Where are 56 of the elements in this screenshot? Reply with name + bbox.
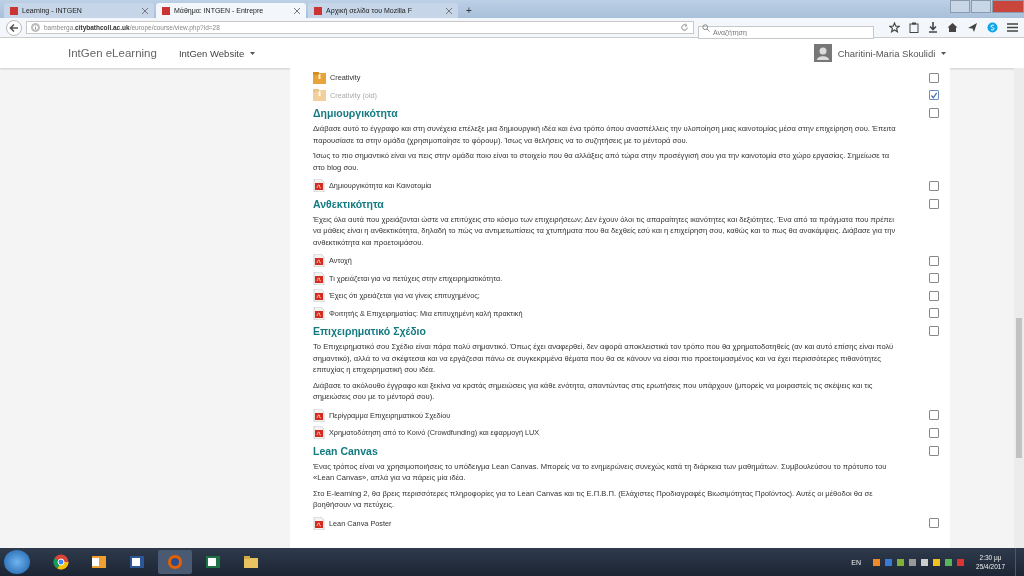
section-heading: Δημιουργικότητα: [313, 106, 398, 120]
menu-icon[interactable]: [1007, 23, 1018, 32]
completion-checkbox[interactable]: [929, 90, 939, 101]
section-heading: Ανθεκτικότητα: [313, 196, 384, 211]
completion-checkbox[interactable]: [929, 72, 939, 83]
pdf-icon: [313, 516, 325, 530]
completion-checkbox[interactable]: [929, 518, 939, 529]
pdf-icon: [313, 426, 325, 440]
completion-checkbox[interactable]: [929, 427, 939, 438]
info-icon: [31, 23, 40, 32]
folder-icon: [313, 71, 326, 84]
window-controls[interactable]: [950, 0, 1024, 13]
pdf-icon: [313, 254, 325, 268]
site-menu-link[interactable]: IntGen Website: [178, 47, 255, 59]
completion-checkbox[interactable]: [929, 273, 939, 284]
user-menu-link[interactable]: Charitini-Maria Skoulidi: [837, 47, 946, 59]
pdf-icon: [313, 179, 325, 193]
completion-checkbox[interactable]: [929, 255, 939, 266]
scrollbar[interactable]: [1014, 68, 1024, 548]
section-heading: Lean Canvas: [313, 443, 378, 458]
system-tray-icons[interactable]: [873, 558, 965, 566]
completion-checkbox[interactable]: [929, 198, 939, 209]
completion-checkbox[interactable]: [929, 445, 939, 456]
close-icon[interactable]: [446, 7, 452, 14]
completion-checkbox[interactable]: [929, 410, 939, 421]
site-brand-link[interactable]: IntGen eLearning: [68, 47, 157, 59]
favicon-icon: [10, 6, 18, 15]
caret-icon: [941, 52, 946, 56]
pdf-icon: [313, 289, 325, 303]
pdf-icon: [313, 271, 325, 285]
home-icon[interactable]: [947, 22, 958, 33]
favicon-icon: [162, 6, 170, 15]
completion-checkbox[interactable]: [929, 108, 939, 118]
caret-icon: [249, 52, 255, 56]
user-avatar-icon: [813, 44, 832, 62]
star-icon[interactable]: [889, 22, 900, 33]
completion-checkbox[interactable]: [929, 180, 939, 191]
close-icon[interactable]: [142, 7, 148, 14]
favicon-icon: [314, 6, 322, 15]
folder-icon: [313, 89, 326, 102]
new-tab-button[interactable]: +: [460, 3, 478, 18]
completion-checkbox[interactable]: [929, 326, 939, 336]
pdf-icon: [313, 306, 325, 320]
close-icon[interactable]: [294, 7, 300, 14]
back-icon[interactable]: [6, 19, 22, 36]
reload-icon[interactable]: [680, 23, 689, 32]
skype-icon[interactable]: [987, 22, 998, 33]
section-heading: Επιχειρηματικό Σχέδιο: [313, 324, 426, 338]
search-icon: [702, 23, 710, 32]
pdf-icon: [313, 408, 325, 422]
send-icon[interactable]: [967, 22, 978, 33]
start-button[interactable]: [4, 550, 30, 574]
download-icon[interactable]: [928, 22, 938, 33]
clipboard-icon[interactable]: [909, 22, 919, 33]
completion-checkbox[interactable]: [929, 290, 939, 301]
completion-checkbox[interactable]: [929, 308, 939, 319]
